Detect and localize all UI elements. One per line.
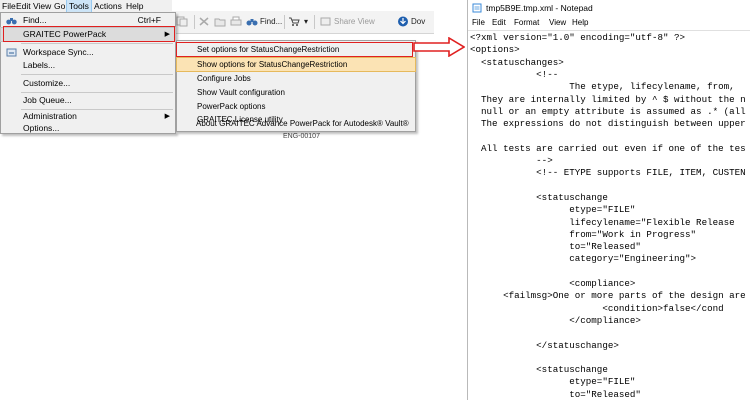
notepad-text-line: to="Released" (470, 388, 641, 400)
copy-icon (176, 16, 188, 27)
notepad-menu-edit[interactable]: Edit (492, 18, 506, 27)
menu-edit[interactable]: Edit (14, 0, 33, 12)
tools-job-queue-label: Job Queue... (23, 95, 72, 105)
notepad-menu-view[interactable]: View (549, 18, 566, 27)
download-icon (398, 16, 408, 27)
notepad-titlebar: tmp5B9E.tmp.xml - Notepad (468, 0, 750, 16)
notepad-text-line: <failmsg>One or more parts of the design… (470, 290, 750, 302)
toolbar-copy-button[interactable] (176, 14, 190, 30)
toolbar-separator (194, 15, 195, 29)
notepad-text-line: <statuschange (470, 191, 608, 203)
submenu-powerpack-options-item[interactable]: PowerPack options (177, 100, 415, 113)
notepad-text-line: etype="FILE" (470, 376, 636, 388)
menu-separator (21, 92, 173, 93)
notepad-menu-file[interactable]: File (472, 18, 485, 27)
notepad-window: tmp5B9E.tmp.xml - Notepad File Edit Form… (467, 0, 750, 400)
toolbar-folder-button[interactable] (214, 14, 228, 30)
notepad-text-line: <statuschanges> (470, 56, 564, 68)
toolbar-share-view-button[interactable]: Share View (320, 14, 375, 30)
notepad-text-line: All tests are carried out even if one of… (470, 142, 746, 154)
notepad-text-line: <!-- ETYPE supports FILE, ITEM, CUSTEN (470, 167, 746, 179)
notepad-text-line: from="Work in Progress" (470, 228, 697, 240)
toolbar-print-button[interactable] (230, 14, 244, 30)
share-view-icon (320, 17, 331, 26)
toolbar-cart-dropdown[interactable]: ▾ (304, 14, 308, 30)
submenu-configure-jobs-label: Configure Jobs (197, 74, 251, 83)
notepad-text-line: The etype, lifecylename, from, (470, 81, 735, 93)
notepad-text-line: <?xml version="1.0" encoding="utf-8" ?> (470, 32, 686, 43)
highlight-box-show-options (176, 42, 413, 57)
notepad-text-line: <options> (470, 44, 520, 56)
binoculars-icon (6, 18, 17, 25)
toolbar-delete-button[interactable] (198, 14, 212, 30)
tools-options-item[interactable]: Options... (1, 122, 175, 135)
notepad-text-line: </compliance> (470, 314, 641, 326)
menu-tools[interactable]: Tools (66, 0, 92, 13)
binoculars-icon (246, 19, 258, 26)
notepad-text-line: <!-- (470, 68, 559, 80)
toolbar-find-label: Find... (260, 17, 283, 26)
background-row-text: ENG-00107 (283, 133, 320, 140)
vault-menubar: File Edit View Go Tools Actions Help (0, 0, 172, 13)
notepad-text-area[interactable]: <?xml version="1.0" encoding="utf-8" ?> <… (468, 30, 750, 400)
folder-icon (214, 18, 226, 27)
notepad-text-line: <statuschange (470, 364, 608, 376)
tools-labels-label: Labels... (23, 60, 56, 70)
submenu-about-item[interactable]: About GRAITEC Advance PowerPack for Auto… (176, 117, 416, 130)
tools-customize-label: Customize... (23, 78, 71, 88)
toolbar-find-button[interactable]: Find... (246, 14, 282, 30)
tools-workspace-sync-item[interactable]: Workspace Sync... (1, 46, 175, 59)
notepad-text-line: The expressions do not distinguish betwe… (470, 118, 746, 130)
notepad-title: tmp5B9E.tmp.xml - Notepad (486, 3, 593, 13)
menu-separator (21, 74, 173, 75)
submenu-show-vault-config-item[interactable]: Show Vault configuration (177, 86, 415, 99)
notepad-menu-help[interactable]: Help (572, 18, 588, 27)
submenu-powerpack-options-label: PowerPack options (197, 102, 266, 111)
toolbar-separator (284, 15, 285, 29)
submenu-show-options-item[interactable]: Show options for StatusChangeRestriction (176, 57, 416, 72)
menu-view[interactable]: View (31, 0, 53, 12)
notepad-menu-format[interactable]: Format (514, 18, 539, 27)
notepad-text-line: category="Engineering"> (470, 253, 697, 265)
vault-toolbar: Find... ▾ Share View Dov (172, 11, 434, 34)
notepad-text-line: <condition>false</cond (470, 302, 724, 314)
toolbar-share-view-label: Share View (334, 17, 375, 26)
highlight-box-powerpack (3, 26, 175, 42)
red-arrow-icon (413, 37, 465, 57)
submenu-show-options-label: Show options for StatusChangeRestriction (197, 60, 348, 69)
notepad-text-line: etype="FILE" (470, 204, 636, 216)
notepad-text-line: null or an empty attribute is assumed as… (470, 105, 746, 117)
tools-workspace-sync-label: Workspace Sync... (23, 47, 94, 57)
submenu-show-vault-config-label: Show Vault configuration (197, 88, 285, 97)
notepad-text-line: to="Released" (470, 241, 641, 253)
workspace-sync-icon (6, 48, 17, 57)
notepad-text-line: They are internally limited by ^ $ witho… (470, 93, 746, 105)
tools-job-queue-item[interactable]: Job Queue... (1, 94, 175, 107)
notepad-text-line: --> (470, 155, 553, 166)
menu-separator (21, 43, 173, 44)
delete-icon (199, 17, 209, 26)
notepad-icon (472, 3, 482, 13)
print-icon (230, 16, 242, 26)
toolbar-download-label: Dov (411, 17, 426, 26)
menu-actions[interactable]: Actions (92, 0, 124, 12)
toolbar-download-button[interactable]: Dov (397, 14, 425, 30)
notepad-text-line: </statuschange> (470, 339, 619, 351)
submenu-configure-jobs-item[interactable]: Configure Jobs (177, 72, 415, 85)
tools-customize-item[interactable]: Customize... (1, 77, 175, 90)
menu-help[interactable]: Help (124, 0, 145, 12)
tools-labels-item[interactable]: Labels... (1, 59, 175, 72)
submenu-about-label: About GRAITEC Advance PowerPack for Auto… (196, 119, 409, 128)
toolbar-cart-button[interactable] (288, 14, 302, 30)
notepad-text-line: lifecylename="Flexible Release (470, 216, 735, 228)
toolbar-separator (314, 15, 315, 29)
tools-options-label: Options... (23, 123, 60, 133)
shopping-cart-icon (289, 17, 300, 27)
notepad-text-line: <compliance> (470, 278, 636, 289)
menu-go[interactable]: Go (52, 0, 67, 12)
notepad-menubar: File Edit Format View Help (468, 16, 750, 30)
